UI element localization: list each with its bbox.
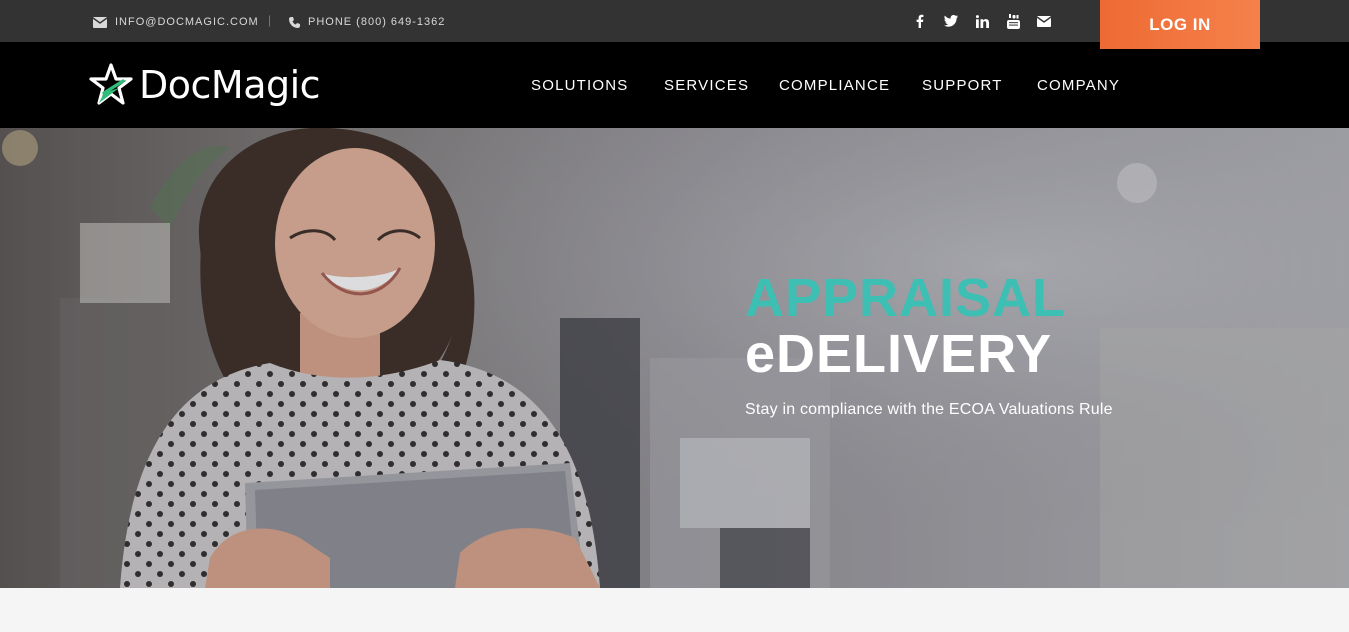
login-button[interactable]: LOG IN [1100,0,1260,49]
envelope-icon [1037,15,1051,27]
phone-text: PHONE (800) 649-1362 [308,16,446,28]
hero-headline-line1: APPRAISAL [745,268,1067,328]
email-link[interactable]: INFO@DOCMAGIC.COM [93,14,259,30]
hero-banner: APPRAISAL eDELIVERY Stay in compliance w… [0,128,1349,588]
email-text: INFO@DOCMAGIC.COM [115,16,259,28]
contact-separator: | [268,13,272,27]
nav-support[interactable]: SUPPORT [922,77,1003,94]
youtube-link[interactable] [1004,12,1022,30]
hero-headline-line2: eDELIVERY [745,324,1053,384]
email-share-link[interactable] [1035,12,1053,30]
main-nav: DocMagic SOLUTIONS SERVICES COMPLIANCE S… [0,42,1349,128]
envelope-icon [93,16,107,28]
linkedin-link[interactable] [973,12,991,30]
youtube-icon [1006,13,1020,29]
nav-compliance[interactable]: COMPLIANCE [779,77,890,94]
facebook-link[interactable] [911,12,929,30]
logo-text: DocMagic [139,63,321,107]
nav-solutions[interactable]: SOLUTIONS [531,77,628,94]
hero-subtitle: Stay in compliance with the ECOA Valuati… [745,401,1113,418]
phone-link[interactable]: PHONE (800) 649-1362 [289,14,445,30]
linkedin-icon [975,14,989,28]
login-label: LOG IN [1149,14,1211,34]
twitter-icon [944,15,958,27]
phone-icon [289,16,300,28]
hero-overlay [0,128,1349,588]
docmagic-logo[interactable]: DocMagic [89,62,321,108]
nav-services[interactable]: SERVICES [664,77,749,94]
content-section [0,588,1349,632]
twitter-link[interactable] [942,12,960,30]
star-logo-icon [89,63,133,105]
facebook-icon [916,14,924,28]
nav-company[interactable]: COMPANY [1037,77,1120,94]
